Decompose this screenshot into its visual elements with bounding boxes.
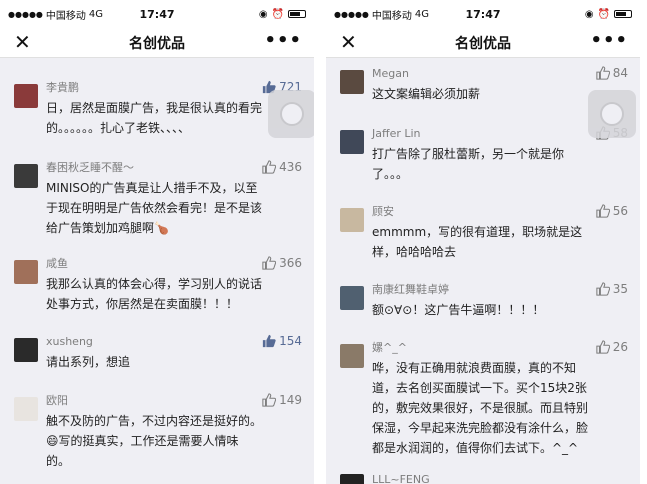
nav-bar: ✕ 名创优品 ••• <box>326 28 640 58</box>
thumb-up-icon <box>262 256 277 270</box>
alarm-icon: ⏰ <box>597 8 610 20</box>
comment-item: LLL~FENG <box>326 472 640 484</box>
comment-text: 请出系列，想追 <box>46 355 131 369</box>
avatar[interactable] <box>14 397 38 421</box>
thumb-up-icon <box>596 204 610 218</box>
comment-item: 咸鱼 366 我那么认真的体会心得，学习别人的说话 处事方式，你居然是在卖面膜！… <box>0 256 314 314</box>
location-icon: ◉ <box>258 8 268 20</box>
comment-text: MINISO的广告真是让人措手不及，以至 于现在明明是广告依然会看完！是不是该 … <box>46 181 263 235</box>
comment-item: 李貴鹏 721 日，居然是面膜广告，我是很认真的看完 的。。。。。。扎心了老铁、… <box>0 80 314 138</box>
phone-left: ●●●●● 中国移动 4G 17:47 ◉ ⏰ ✕ 名创优品 ••• 李貴鹏 7… <box>0 0 314 484</box>
comment-item: xusheng 154 请出系列，想追 <box>0 334 314 372</box>
like-button[interactable]: 436 <box>262 160 302 174</box>
thumb-up-icon <box>596 66 610 80</box>
more-icon[interactable]: ••• <box>590 30 628 51</box>
comment-text: 触不及防的广告，不过内容还是挺好的。 😄写的挺真实，工作还是需要人情味 的。 <box>46 414 263 468</box>
status-left: ●●●●● 中国移动 4G <box>8 7 103 22</box>
status-right: ◉ ⏰ <box>259 9 306 20</box>
carrier-label: 中国移动 <box>45 10 86 22</box>
page-title: 名创优品 <box>129 35 185 52</box>
assistive-touch-icon <box>600 102 624 126</box>
close-icon[interactable]: ✕ <box>14 32 31 52</box>
status-time: 17:47 <box>465 7 501 21</box>
like-count: 56 <box>612 204 628 218</box>
thumb-up-icon <box>262 393 277 407</box>
comment-text: 日，居然是面膜广告，我是很认真的看完 的。。。。。。扎心了老铁、、、、 <box>46 101 263 135</box>
location-icon: ◉ <box>584 8 594 20</box>
signal-icon: ●●●●● <box>8 9 43 19</box>
avatar[interactable] <box>14 338 38 362</box>
thumb-up-icon <box>262 334 276 348</box>
nav-bar: ✕ 名创优品 ••• <box>0 28 314 58</box>
like-button[interactable]: 366 <box>262 256 302 270</box>
comment-item: 欧阳 149 触不及防的广告，不过内容还是挺好的。 😄写的挺真实，工作还是需要人… <box>0 393 314 471</box>
like-count: 84 <box>612 66 628 80</box>
like-count: 26 <box>612 340 628 354</box>
avatar[interactable] <box>340 130 364 154</box>
thumb-up-icon <box>596 282 610 296</box>
like-button[interactable]: 154 <box>262 334 302 348</box>
comment-author: LLL~FENG <box>372 473 430 484</box>
status-bar: ●●●●● 中国移动 4G 17:47 ◉ ⏰ <box>0 0 314 28</box>
battery-icon <box>288 10 306 18</box>
battery-icon <box>614 10 632 18</box>
status-bar: ●●●●● 中国移动 4G 17:47 ◉ ⏰ <box>326 0 640 28</box>
comment-author: 南康红舞鞋卓婷 <box>372 283 449 296</box>
floating-assistive-button[interactable] <box>588 90 636 138</box>
avatar[interactable] <box>14 164 38 188</box>
avatar[interactable] <box>14 84 38 108</box>
like-button[interactable]: 84 <box>596 66 628 80</box>
avatar[interactable] <box>340 474 364 484</box>
avatar[interactable] <box>340 208 364 232</box>
comment-item: 顾安 56 emmmm，写的很有道理，职场就是这 样，哈哈哈哈去 <box>326 204 640 262</box>
like-button[interactable]: 35 <box>596 282 628 296</box>
floating-assistive-button[interactable] <box>268 90 314 138</box>
comment-author: 顾安 <box>372 205 394 218</box>
like-count: 436 <box>279 160 302 174</box>
status-time: 17:47 <box>139 7 175 21</box>
like-count: 149 <box>279 393 302 407</box>
avatar[interactable] <box>340 344 364 368</box>
comment-item: 春困秋乏睡不醒～ 436 MINISO的广告真是让人措手不及，以至 于现在明明是… <box>0 160 314 238</box>
like-button[interactable]: 26 <box>596 340 628 354</box>
like-count: 35 <box>612 282 628 296</box>
screenshot-canvas: ●●●●● 中国移动 4G 17:47 ◉ ⏰ ✕ 名创优品 ••• 李貴鹏 7… <box>0 0 647 484</box>
status-left: ●●●●● 中国移动 4G <box>334 7 429 22</box>
close-icon[interactable]: ✕ <box>340 32 357 52</box>
comment-item: 嫘^_^ 26 哗，没有正确用就浪费面膜，真的不知 道，去名创买面膜试一下。买个… <box>326 340 640 458</box>
thumb-up-icon <box>262 160 277 174</box>
like-button[interactable]: 56 <box>596 204 628 218</box>
like-count: 366 <box>279 256 302 270</box>
thumb-up-icon <box>596 340 610 354</box>
avatar[interactable] <box>14 260 38 284</box>
comment-item: 南康红舞鞋卓婷 35 额⊙∀⊙！这广告牛逼啊！！！！ <box>326 282 640 320</box>
comment-text: 我那么认真的体会心得，学习别人的说话 处事方式，你居然是在卖面膜！！！ <box>46 277 263 311</box>
network-label: 4G <box>88 8 104 20</box>
comment-author: 嫘^_^ <box>372 341 407 354</box>
like-count: 154 <box>279 334 302 348</box>
status-right: ◉ ⏰ <box>585 9 632 20</box>
more-icon[interactable]: ••• <box>264 30 302 51</box>
signal-icon: ●●●●● <box>334 9 369 19</box>
like-button[interactable]: 149 <box>262 393 302 407</box>
network-label: 4G <box>414 8 430 20</box>
comment-author: Megan <box>372 67 409 80</box>
avatar[interactable] <box>340 286 364 310</box>
carrier-label: 中国移动 <box>371 10 412 22</box>
phone-right: ●●●●● 中国移动 4G 17:47 ◉ ⏰ ✕ 名创优品 ••• Megan <box>326 0 640 484</box>
avatar[interactable] <box>340 70 364 94</box>
comment-text: 额⊙∀⊙！这广告牛逼啊！！！！ <box>372 303 545 317</box>
alarm-icon: ⏰ <box>271 8 284 20</box>
comment-text: 打广告除了服杜蕾斯，另一个就是你 了。。。 <box>372 147 565 181</box>
comment-text: emmmm，写的很有道理，职场就是这 样，哈哈哈哈去 <box>372 225 583 259</box>
assistive-touch-icon <box>280 102 304 126</box>
page-title: 名创优品 <box>455 35 511 52</box>
comment-text: 哗，没有正确用就浪费面膜，真的不知 道，去名创买面膜试一下。买个15块2张 的，… <box>372 361 589 455</box>
